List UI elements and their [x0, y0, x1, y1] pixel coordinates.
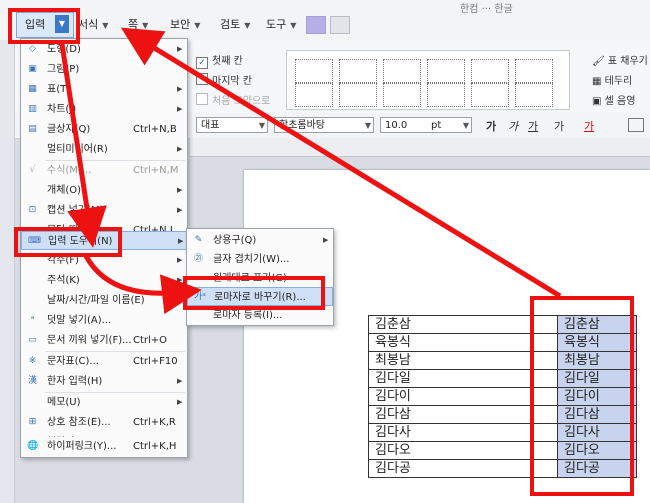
annotation-arrows: [59, 27, 562, 315]
arrow-menu-to-helper: [59, 43, 107, 248]
arrow-helper-to-romanize: [83, 254, 202, 315]
arrow-result-to-menu: [120, 27, 562, 299]
